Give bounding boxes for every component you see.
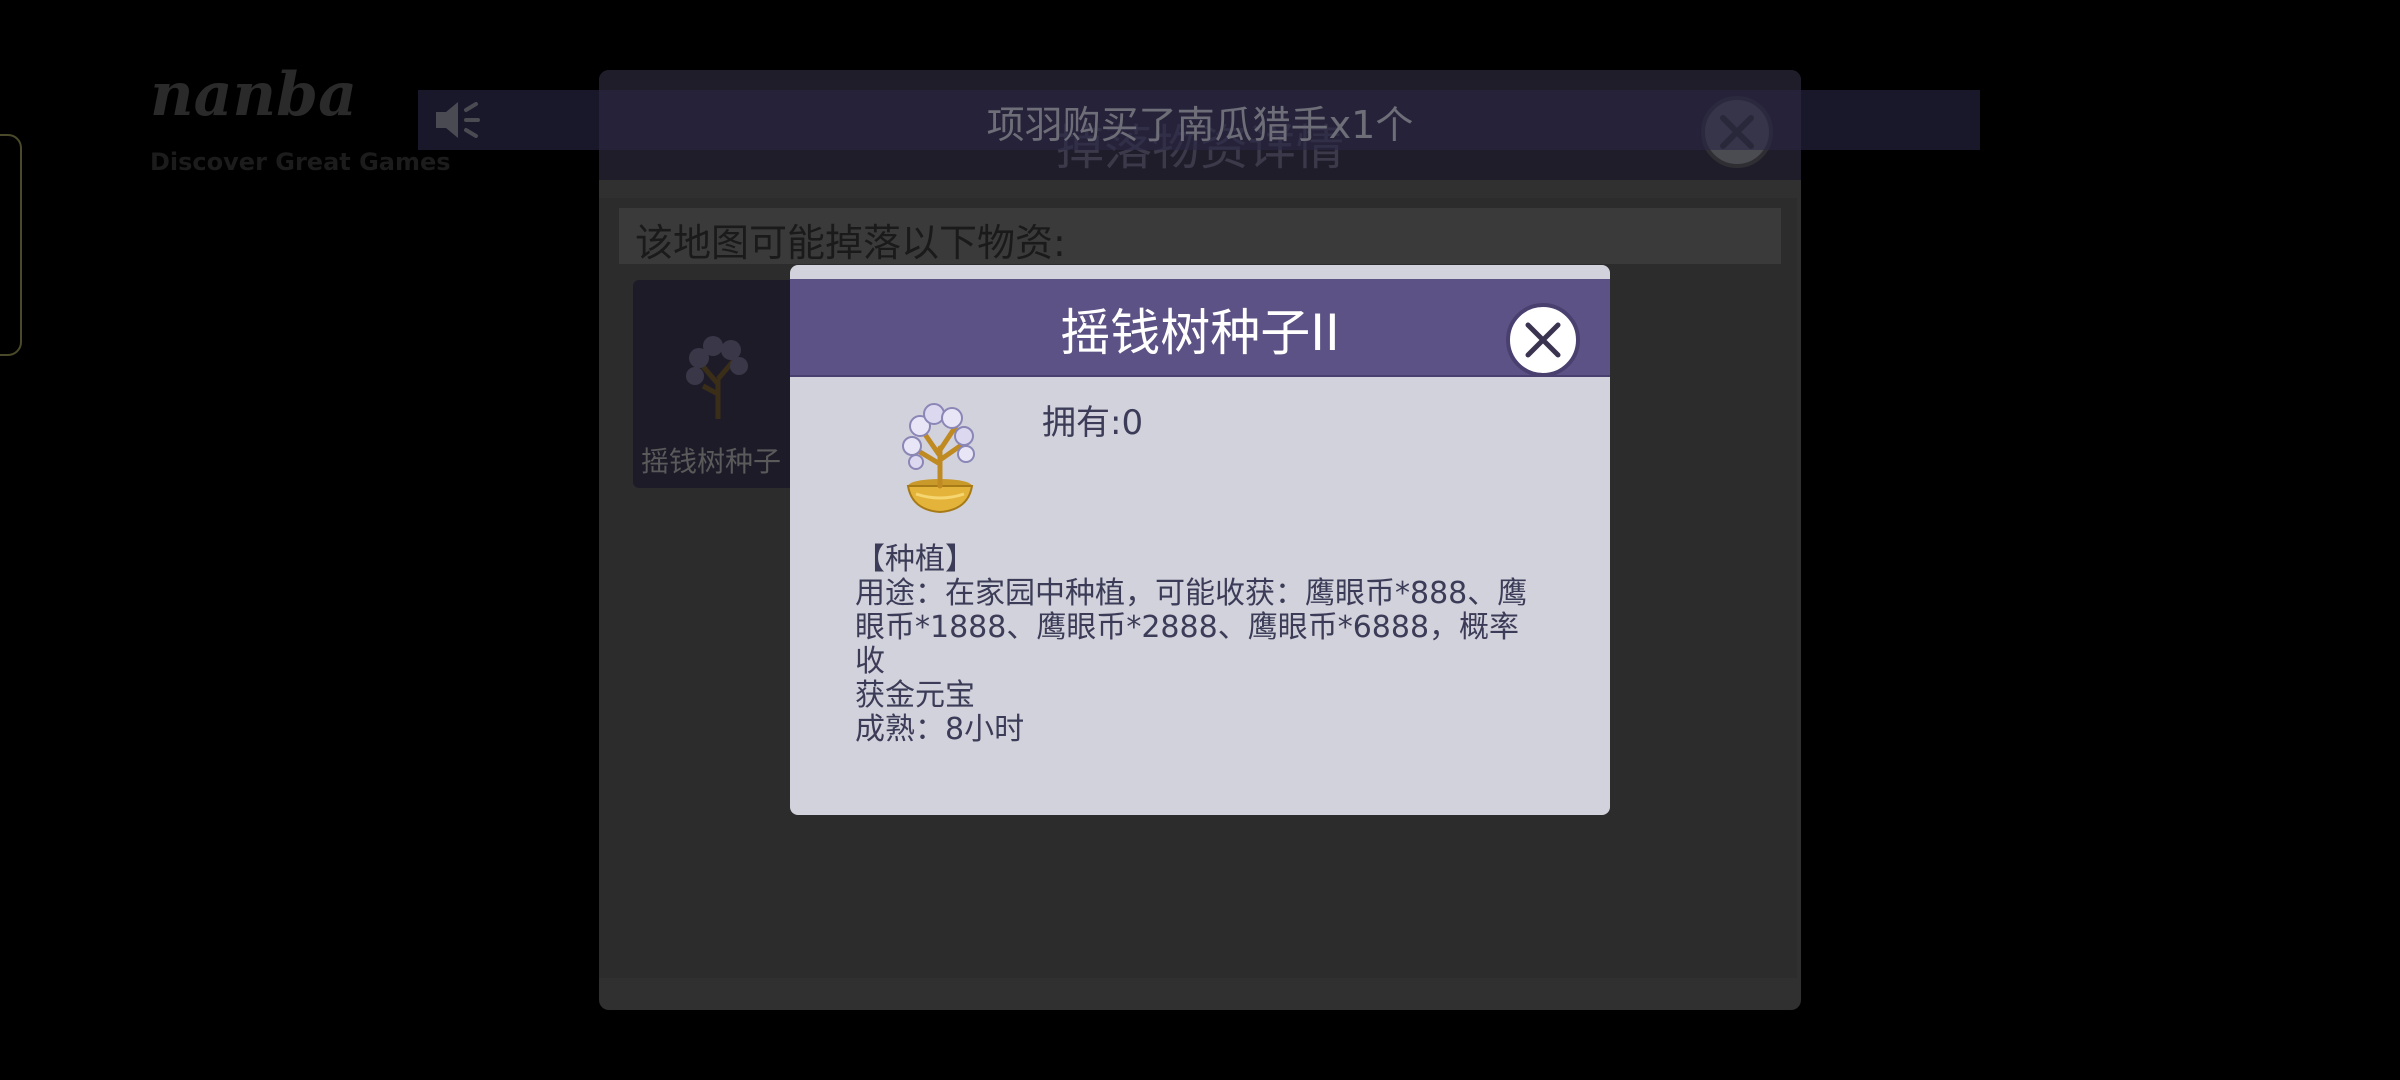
item-usage-line: 眼币*1888、鹰眼币*2888、鹰眼币*6888，概率收 [855,610,1520,679]
item-usage-line: 用途：在家园中种植，可能收获：鹰眼币*888、鹰 [855,576,1528,611]
item-detail-modal: 摇钱树种子II 拥有:0 【种植】 用途：在家园中种植，可能收获：鹰眼币*888… [790,265,1610,815]
item-detail-close-button[interactable] [1506,303,1580,377]
close-icon [1525,322,1561,358]
item-detail-header: 摇钱树种子II [790,279,1610,377]
money-tree-icon [686,336,748,419]
left-side-frame [0,134,22,356]
item-category: 【种植】 [855,542,975,577]
item-usage-line: 获金元宝 [855,678,975,713]
item-description: 【种植】 用途：在家园中种植，可能收获：鹰眼币*888、鹰 眼币*1888、鹰眼… [855,543,1545,747]
background-logo: nanba [150,60,357,130]
background-subtext: Discover Great Games [150,148,451,176]
notice-text: 项羽购买了南瓜猎手x1个 [986,103,1414,147]
money-tree-icon [902,403,975,514]
drop-subtitle: 该地图可能掉落以下物资: [635,221,1066,265]
item-detail-title: 摇钱树种子II [1060,304,1340,362]
drop-item-card[interactable]: 摇钱树种子 [633,280,803,488]
item-maturity: 成熟：8小时 [855,712,1025,747]
drop-item-label: 摇钱树种子 [641,445,782,478]
owned-count: 拥有:0 [1042,403,1144,443]
speaker-icon[interactable] [428,90,488,150]
